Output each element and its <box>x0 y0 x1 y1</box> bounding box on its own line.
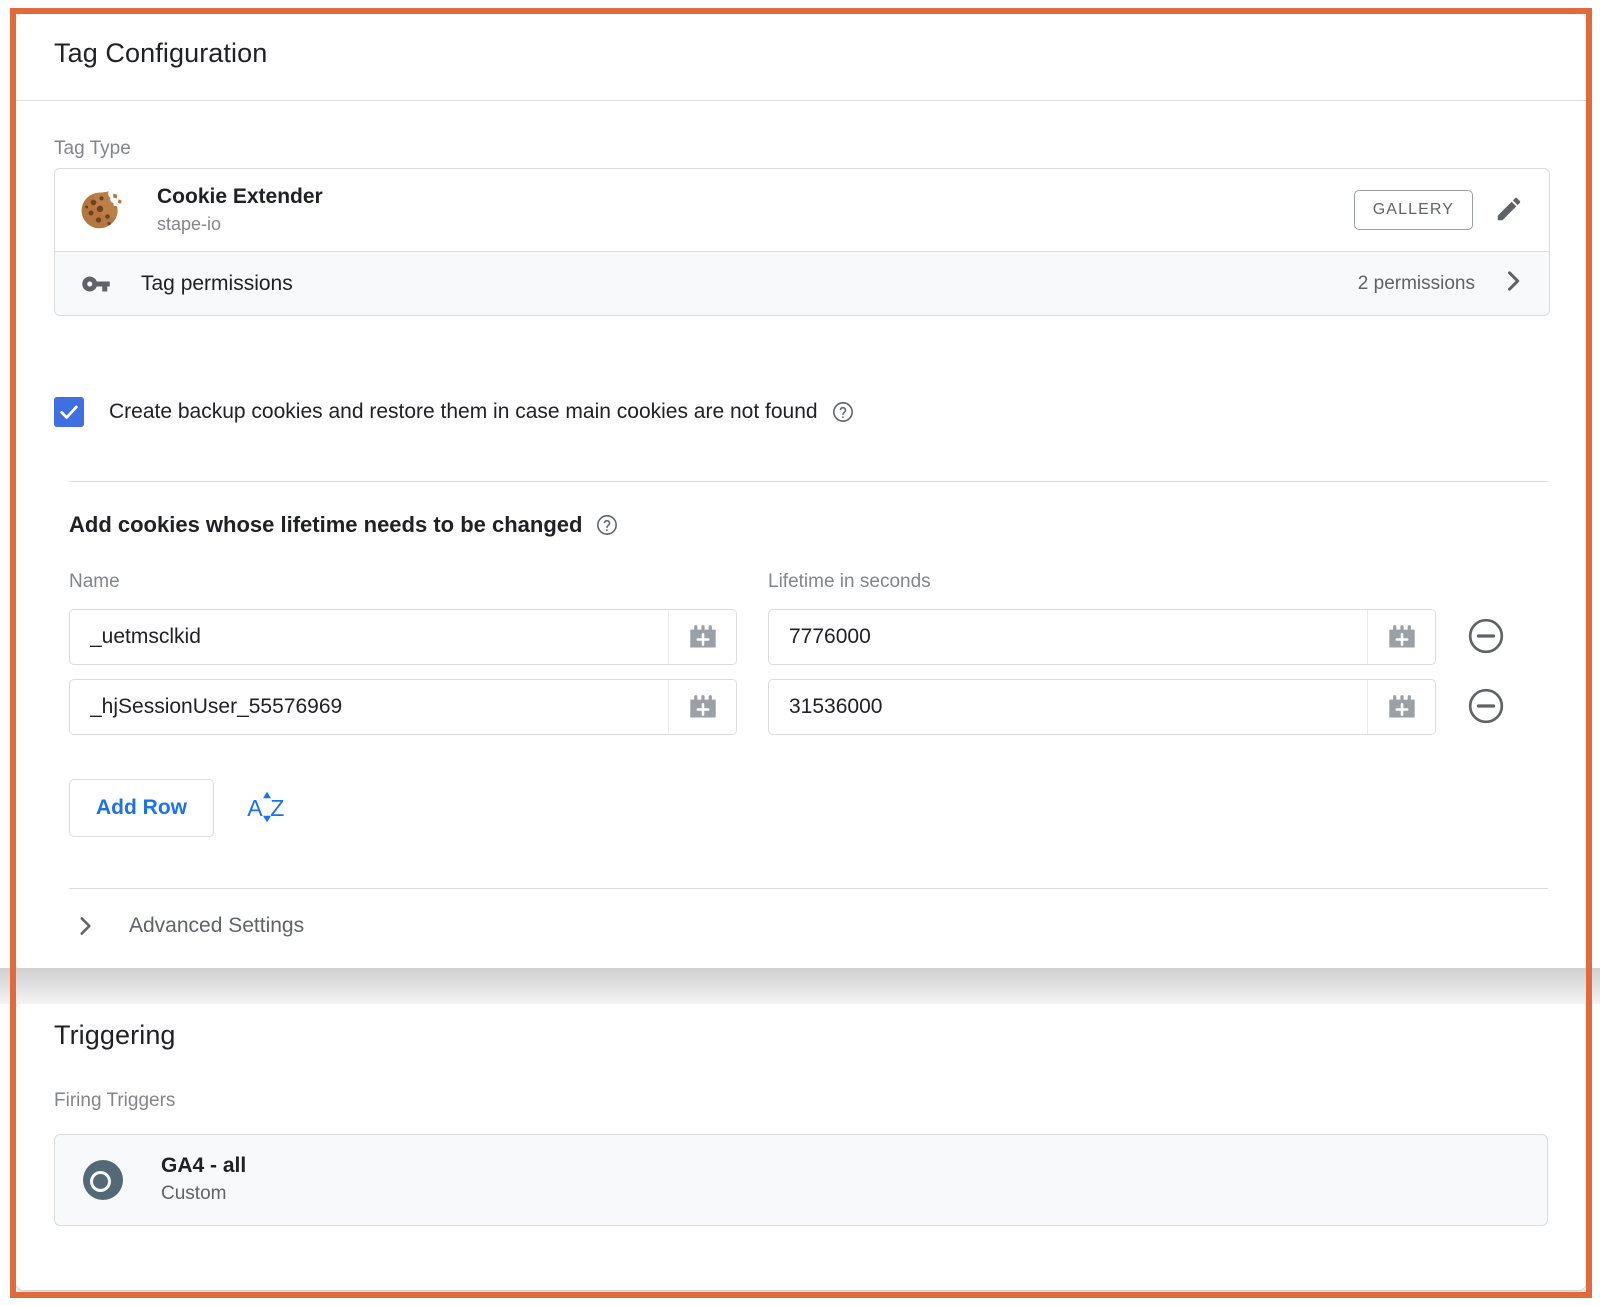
sort-alpha-az-icon: A Z <box>245 785 289 832</box>
lego-block-plus-icon <box>1387 622 1417 653</box>
add-row-button[interactable]: Add Row <box>69 779 214 837</box>
tag-type-label: Tag Type <box>54 138 131 159</box>
help-circle-icon[interactable] <box>832 401 854 423</box>
add-row-controls: Add Row A Z <box>69 779 296 837</box>
svg-text:Z: Z <box>270 794 284 820</box>
cookies-section-header: Add cookies whose lifetime needs to be c… <box>69 512 618 538</box>
tag-permissions-row[interactable]: Tag permissions 2 permissions <box>55 251 1549 315</box>
triggering-card: Triggering Firing Triggers GA4 - all Cus… <box>16 1000 1586 1290</box>
remove-row-button-1[interactable] <box>1466 687 1506 727</box>
cookie-lifetime-input-1[interactable] <box>769 680 1367 734</box>
triggering-title: Triggering <box>54 1020 176 1050</box>
tag-type-vendor: stape-io <box>157 214 222 234</box>
cookie-lifetime-field-0[interactable] <box>768 609 1436 665</box>
trigger-circle-icon <box>81 1158 125 1202</box>
cookie-lifetime-input-0[interactable] <box>769 610 1367 664</box>
backup-cookies-label: Create backup cookies and restore them i… <box>109 400 818 423</box>
tag-type-text: Cookie Extender stape-io <box>157 184 1354 236</box>
variable-picker-button-name-0[interactable] <box>668 610 736 664</box>
chevron-right-icon <box>1499 267 1527 300</box>
advanced-settings-row[interactable]: Advanced Settings <box>69 904 304 948</box>
minus-circle-icon <box>1467 617 1505 658</box>
variable-picker-button-name-1[interactable] <box>668 680 736 734</box>
backup-cookies-row[interactable]: Create backup cookies and restore them i… <box>54 397 854 427</box>
cookie-icon <box>81 189 123 231</box>
tag-permissions-label: Tag permissions <box>141 271 293 295</box>
tag-type-row[interactable]: Cookie Extender stape-io GALLERY <box>55 169 1549 251</box>
tag-type-name: Cookie Extender <box>157 185 323 208</box>
table-row <box>69 609 1506 665</box>
cookies-section-divider <box>69 481 1548 482</box>
trigger-type: Custom <box>161 1183 227 1204</box>
cookies-table <box>69 609 1506 749</box>
lego-block-plus-icon <box>688 622 718 653</box>
remove-row-button-0[interactable] <box>1466 617 1506 657</box>
column-header-lifetime: Lifetime in seconds <box>768 571 931 592</box>
minus-circle-icon <box>1467 687 1505 728</box>
screen: Tag Configuration Tag Type Cookie Extend… <box>0 0 1600 1305</box>
trigger-name: GA4 - all <box>161 1154 247 1177</box>
header-divider <box>16 100 1586 101</box>
chevron-right-icon <box>69 913 101 939</box>
cookie-name-input-1[interactable] <box>70 680 668 734</box>
trigger-text: GA4 - all Custom <box>161 1153 246 1207</box>
cookie-name-field-0[interactable] <box>69 609 737 665</box>
backup-cookies-checkbox[interactable] <box>54 397 84 427</box>
advanced-settings-divider <box>69 888 1548 889</box>
cookie-name-field-1[interactable] <box>69 679 737 735</box>
variable-picker-button-lifetime-1[interactable] <box>1367 680 1435 734</box>
edit-tag-type-button[interactable] <box>1483 184 1535 236</box>
pencil-icon <box>1494 194 1524 227</box>
table-row <box>69 679 1506 735</box>
variable-picker-button-lifetime-0[interactable] <box>1367 610 1435 664</box>
page-title: Tag Configuration <box>54 38 268 68</box>
tag-configuration-card: Tag Configuration Tag Type Cookie Extend… <box>16 14 1586 972</box>
help-circle-icon[interactable] <box>596 514 618 536</box>
tag-permissions-count: 2 permissions <box>1357 272 1475 294</box>
key-icon <box>81 269 121 299</box>
column-header-name: Name <box>69 571 120 592</box>
advanced-settings-label: Advanced Settings <box>129 914 305 937</box>
gallery-button[interactable]: GALLERY <box>1353 190 1473 230</box>
cookies-section-title: Add cookies whose lifetime needs to be c… <box>69 512 583 537</box>
lego-block-plus-icon <box>1387 692 1417 723</box>
list-item[interactable]: GA4 - all Custom <box>54 1134 1548 1226</box>
sort-rows-button[interactable]: A Z <box>238 779 296 837</box>
svg-text:A: A <box>247 794 263 820</box>
card-gap <box>0 968 1600 1004</box>
lego-block-plus-icon <box>688 692 718 723</box>
cookie-lifetime-field-1[interactable] <box>768 679 1436 735</box>
cookie-name-input-0[interactable] <box>70 610 668 664</box>
tag-type-box: Cookie Extender stape-io GALLERY Tag per… <box>54 168 1550 316</box>
firing-triggers-label: Firing Triggers <box>54 1090 176 1111</box>
